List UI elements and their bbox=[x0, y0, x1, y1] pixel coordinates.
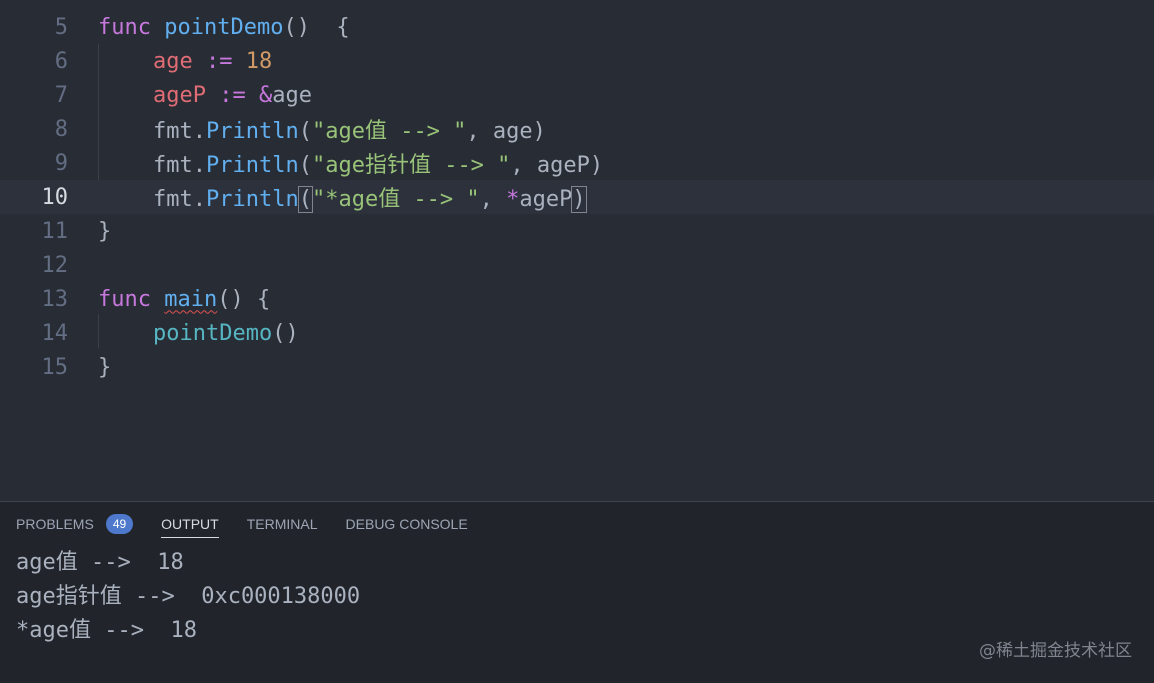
tab-label: PROBLEMS bbox=[16, 516, 94, 532]
code-text: pointDemo() bbox=[153, 321, 299, 346]
line-number: 9 bbox=[54, 150, 68, 176]
token-punc: () { bbox=[217, 286, 271, 312]
tab-output[interactable]: OUTPUT bbox=[161, 502, 219, 546]
token-keyword: func bbox=[98, 14, 151, 40]
token-punc: . bbox=[192, 153, 206, 178]
tab-label: TERMINAL bbox=[246, 516, 318, 532]
token-identifier: ageP bbox=[519, 187, 573, 212]
token-identifier: age bbox=[272, 82, 312, 108]
line-number: 7 bbox=[54, 82, 68, 108]
token-method: Println bbox=[206, 119, 299, 144]
code-text: age := 18 bbox=[153, 49, 272, 74]
output-line: age值 --> 18 bbox=[16, 550, 184, 575]
watermark: @稀土掘金技术社区 bbox=[979, 641, 1132, 661]
token-string: "age值 --> " bbox=[311, 119, 467, 144]
line-number: 15 bbox=[41, 354, 69, 380]
token-operator: & bbox=[258, 82, 273, 108]
code-text: } bbox=[98, 219, 111, 244]
token-punc: } bbox=[98, 354, 112, 380]
tab-label: DEBUG CONSOLE bbox=[345, 516, 468, 532]
token-punc: , bbox=[479, 187, 507, 212]
code-line[interactable]: 9 fmt.Println("age指针值 --> ", ageP) bbox=[0, 146, 1154, 180]
tab-terminal[interactable]: TERMINAL bbox=[247, 502, 318, 546]
problems-count-badge: 49 bbox=[105, 514, 134, 534]
tab-label: OUTPUT bbox=[161, 516, 219, 532]
token-package: fmt bbox=[153, 119, 193, 144]
code-line[interactable]: 5 func pointDemo() { bbox=[0, 10, 1154, 44]
line-number: 10 bbox=[41, 184, 69, 210]
code-editor[interactable]: 5 func pointDemo() { 6 age := 18 7 ageP … bbox=[0, 0, 1154, 500]
token-method: Println bbox=[206, 187, 299, 212]
token-operator: := bbox=[219, 82, 246, 108]
token-string: "age指针值 --> " bbox=[311, 153, 511, 178]
code-text: func main() { bbox=[98, 287, 270, 312]
token-punc: } bbox=[98, 218, 112, 244]
line-number: 11 bbox=[41, 218, 69, 244]
code-text: fmt.Println("age指针值 --> ", ageP) bbox=[153, 147, 603, 179]
token-punc: , age) bbox=[466, 119, 546, 144]
output-content[interactable]: age值 --> 18 age指针值 --> 0xc000138000 *age… bbox=[16, 546, 1154, 648]
bracket-match: ( bbox=[297, 186, 313, 213]
code-text: fmt.Println("age值 --> ", age) bbox=[153, 113, 546, 145]
token-keyword: func bbox=[98, 286, 151, 312]
line-number: 12 bbox=[41, 252, 69, 278]
token-operator: * bbox=[506, 187, 520, 212]
line-number: 14 bbox=[41, 320, 69, 346]
code-line[interactable]: 14 pointDemo() bbox=[0, 316, 1154, 350]
token-function: pointDemo bbox=[164, 14, 284, 40]
code-line[interactable]: 6 age := 18 bbox=[0, 44, 1154, 78]
code-text: } bbox=[98, 355, 111, 380]
token-punc: ( bbox=[298, 119, 312, 144]
token-function-error: main bbox=[164, 286, 218, 312]
token-method: Println bbox=[206, 153, 299, 178]
code-line[interactable]: 8 fmt.Println("age值 --> ", age) bbox=[0, 112, 1154, 146]
token-variable: age bbox=[153, 48, 193, 74]
code-text: ageP := &age bbox=[153, 83, 312, 108]
bracket-match: ) bbox=[571, 186, 587, 213]
code-text: fmt.Println("*age值 --> ", *ageP) bbox=[153, 181, 587, 213]
code-line[interactable]: 11 } bbox=[0, 214, 1154, 248]
bottom-panel: PROBLEMS 49 OUTPUT TERMINAL DEBUG CONSOL… bbox=[0, 501, 1154, 683]
token-punc: , ageP) bbox=[510, 153, 604, 178]
line-number: 5 bbox=[54, 14, 68, 40]
line-number: 13 bbox=[41, 286, 69, 312]
code-line[interactable]: 15 } bbox=[0, 350, 1154, 384]
token-package: fmt bbox=[153, 153, 193, 178]
token-punc: . bbox=[192, 187, 206, 212]
token-function-call: pointDemo bbox=[153, 320, 273, 346]
token-punc: () { bbox=[283, 14, 350, 40]
panel-tabs: PROBLEMS 49 OUTPUT TERMINAL DEBUG CONSOL… bbox=[0, 502, 1154, 546]
token-operator: := bbox=[206, 48, 233, 74]
code-line[interactable]: 12 bbox=[0, 248, 1154, 282]
token-string: "*age值 --> " bbox=[311, 187, 480, 212]
tab-debug-console[interactable]: DEBUG CONSOLE bbox=[346, 502, 468, 546]
token-package: fmt bbox=[153, 187, 193, 212]
code-line-current[interactable]: 10 fmt.Println("*age值 --> ", *ageP) bbox=[0, 180, 1154, 214]
code-line[interactable]: 7 ageP := &age bbox=[0, 78, 1154, 112]
token-punc: () bbox=[272, 320, 299, 346]
output-line: age指针值 --> 0xc000138000 bbox=[16, 584, 361, 609]
code-line[interactable]: 13 func main() { bbox=[0, 282, 1154, 316]
code-text: func pointDemo() { bbox=[98, 15, 350, 40]
tab-problems[interactable]: PROBLEMS 49 bbox=[16, 502, 134, 546]
token-number: 18 bbox=[245, 48, 273, 74]
line-number: 8 bbox=[54, 116, 68, 142]
token-punc: . bbox=[192, 119, 206, 144]
token-variable: ageP bbox=[153, 82, 206, 108]
line-number: 6 bbox=[54, 48, 68, 74]
token-punc: ( bbox=[298, 153, 312, 178]
